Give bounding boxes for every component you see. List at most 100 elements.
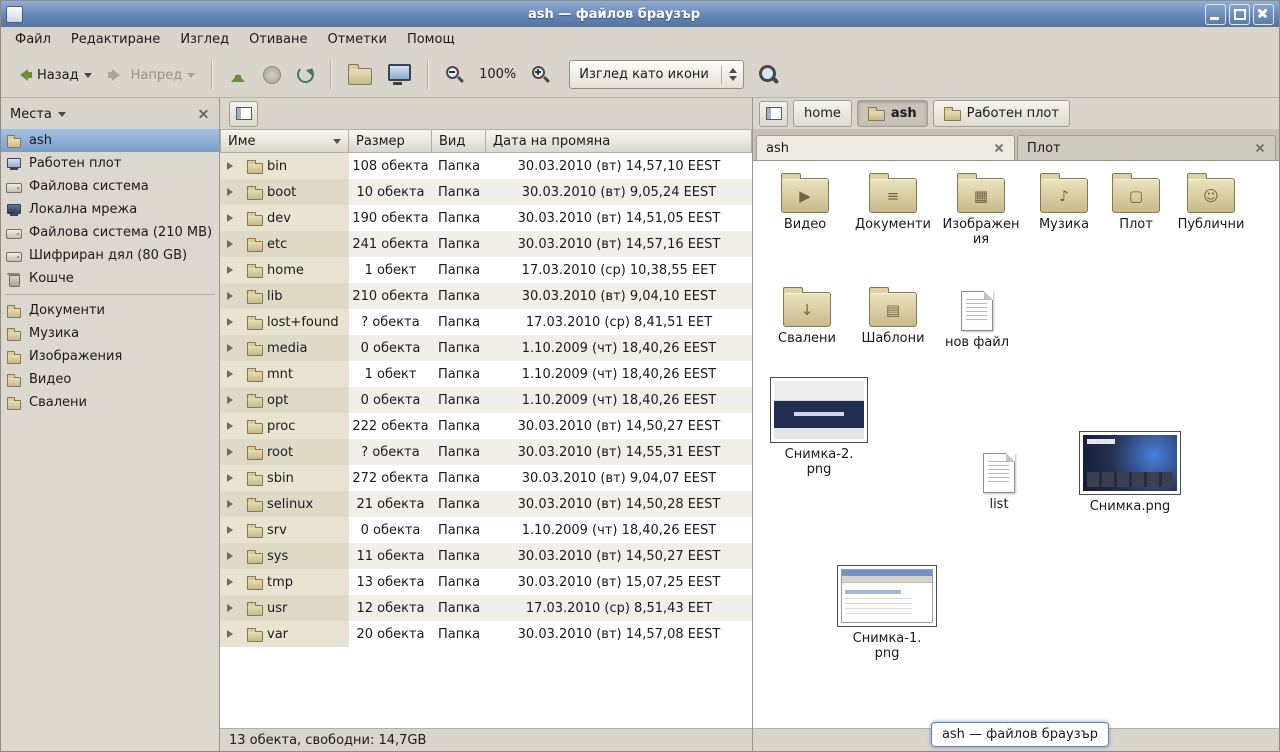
maximize-button[interactable]: [1229, 4, 1250, 25]
back-button[interactable]: Назад: [7, 60, 99, 90]
column-header-type[interactable]: Вид: [432, 129, 486, 153]
table-row[interactable]: lost+found? обектаПапка17.03.2010 (ср) 8…: [220, 309, 752, 335]
tab-close-icon[interactable]: [993, 142, 1005, 154]
table-row[interactable]: sbin272 обектаПапка30.03.2010 (вт) 9,04,…: [220, 465, 752, 491]
sidebar-item-local-network[interactable]: Локална мрежа: [1, 198, 219, 221]
path-button-home[interactable]: home: [793, 100, 852, 127]
expander-icon[interactable]: [227, 604, 243, 612]
tab-close-icon[interactable]: [1254, 142, 1266, 154]
expander-icon[interactable]: [227, 292, 243, 300]
sidebar-item-trash[interactable]: Кошче: [1, 267, 219, 290]
sidebar-item-ash[interactable]: ash: [1, 129, 219, 152]
expander-icon[interactable]: [227, 630, 243, 638]
table-row[interactable]: selinux21 обектаПапка30.03.2010 (вт) 14,…: [220, 491, 752, 517]
icon-music-folder[interactable]: ♪Музика: [1025, 169, 1103, 232]
forward-button[interactable]: Напред: [101, 60, 202, 90]
expander-icon[interactable]: [227, 344, 243, 352]
expander-icon[interactable]: [227, 240, 243, 248]
sidebar-item-video[interactable]: Видео: [1, 368, 219, 391]
table-row[interactable]: var20 обектаПапка30.03.2010 (вт) 14,57,0…: [220, 621, 752, 647]
table-row[interactable]: opt0 обектаПапка1.10.2009 (чт) 18,40,26 …: [220, 387, 752, 413]
table-row[interactable]: srv0 обектаПапка1.10.2009 (чт) 18,40,26 …: [220, 517, 752, 543]
table-row[interactable]: dev190 обектаПапка30.03.2010 (вт) 14,51,…: [220, 205, 752, 231]
zoom-in-button[interactable]: [524, 58, 557, 91]
path-button-desktop[interactable]: Работен плот: [933, 100, 1070, 127]
icon-images-folder[interactable]: ▦Изображения: [941, 169, 1021, 247]
icon-documents-folder[interactable]: ≡Документи: [847, 169, 939, 232]
menu-go[interactable]: Отиване: [239, 28, 317, 51]
sidebar-dropdown-icon[interactable]: [58, 112, 66, 121]
sidebar-item-encrypted-partition[interactable]: Шифриран дял (80 GB): [1, 244, 219, 267]
pane-toggle-button[interactable]: [759, 101, 788, 127]
expander-icon[interactable]: [227, 500, 243, 508]
close-button[interactable]: [1253, 4, 1274, 25]
stop-button[interactable]: [256, 59, 288, 91]
expander-icon[interactable]: [227, 474, 243, 482]
icon-view-canvas[interactable]: ▶Видео ≡Документи ▦Изображения ♪Музика ▢…: [753, 161, 1279, 728]
location-toggle-button[interactable]: [229, 101, 258, 127]
icon-video-folder[interactable]: ▶Видео: [763, 169, 847, 232]
sidebar-item-filesystem-210mb[interactable]: Файлова система (210 MB): [1, 221, 219, 244]
table-row[interactable]: home1 обектПапка17.03.2010 (ср) 10,38,55…: [220, 257, 752, 283]
taskbar-window-button[interactable]: ash — файлов браузър: [931, 722, 1109, 747]
table-row[interactable]: lib210 обектаПапка30.03.2010 (вт) 9,04,1…: [220, 283, 752, 309]
table-row[interactable]: sys11 обектаПапка30.03.2010 (вт) 14,50,2…: [220, 543, 752, 569]
sidebar-item-filesystem[interactable]: Файлова система: [1, 175, 219, 198]
sidebar-item-music[interactable]: Музика: [1, 322, 219, 345]
sidebar-close-icon[interactable]: [196, 107, 210, 121]
sidebar-item-documents[interactable]: Документи: [1, 299, 219, 322]
sidebar-item-desktop[interactable]: Работен плот: [1, 152, 219, 175]
expander-icon[interactable]: [227, 578, 243, 586]
table-row[interactable]: mnt1 обектПапка1.10.2009 (чт) 18,40,26 E…: [220, 361, 752, 387]
table-row[interactable]: bin108 обектаПапка30.03.2010 (вт) 14,57,…: [220, 153, 752, 179]
menu-help[interactable]: Помощ: [397, 28, 465, 51]
menu-file[interactable]: Файл: [5, 28, 61, 51]
column-header-size[interactable]: Размер: [349, 129, 432, 153]
icon-snimka-2-png[interactable]: Снимка-2.png: [767, 377, 871, 477]
expander-icon[interactable]: [227, 188, 243, 196]
column-header-name[interactable]: Име: [220, 129, 349, 153]
sidebar-item-downloads[interactable]: Свалени: [1, 391, 219, 414]
expander-icon[interactable]: [227, 318, 243, 326]
tab-ash[interactable]: ash: [756, 135, 1015, 160]
up-button[interactable]: [222, 60, 254, 90]
expander-icon[interactable]: [227, 552, 243, 560]
icon-new-file[interactable]: нов файл: [939, 283, 1015, 350]
table-row[interactable]: tmp13 обектаПапка30.03.2010 (вт) 15,07,2…: [220, 569, 752, 595]
minimize-button[interactable]: [1205, 4, 1226, 25]
table-row[interactable]: root? обектаПапка30.03.2010 (вт) 14,55,3…: [220, 439, 752, 465]
table-row[interactable]: proc222 обектаПапка30.03.2010 (вт) 14,50…: [220, 413, 752, 439]
home-button[interactable]: [341, 57, 379, 92]
zoom-out-button[interactable]: [438, 58, 471, 91]
expander-icon[interactable]: [227, 370, 243, 378]
tab-desktop[interactable]: Плот: [1017, 135, 1276, 160]
menu-edit[interactable]: Редактиране: [61, 28, 170, 51]
expander-icon[interactable]: [227, 526, 243, 534]
menu-view[interactable]: Изглед: [170, 28, 239, 51]
table-row[interactable]: boot10 обектаПапка30.03.2010 (вт) 9,05,2…: [220, 179, 752, 205]
path-button-ash[interactable]: ash: [857, 100, 928, 127]
icon-templates-folder[interactable]: ▤Шаблони: [851, 283, 935, 346]
sidebar-item-images[interactable]: Изображения: [1, 345, 219, 368]
icon-snimka-1-png[interactable]: Снимка-1.png: [833, 565, 941, 661]
table-row[interactable]: etc241 обектаПапка30.03.2010 (вт) 14,57,…: [220, 231, 752, 257]
expander-icon[interactable]: [227, 448, 243, 456]
reload-button[interactable]: [290, 59, 321, 90]
menu-bookmarks[interactable]: Отметки: [317, 28, 396, 51]
back-history-chevron-icon[interactable]: [84, 73, 92, 82]
icon-downloads-folder[interactable]: ↓Свалени: [765, 283, 849, 346]
table-row[interactable]: usr12 обектаПапка17.03.2010 (ср) 8,51,43…: [220, 595, 752, 621]
expander-icon[interactable]: [227, 214, 243, 222]
icon-snimka-png[interactable]: Снимка.png: [1075, 431, 1185, 514]
icon-list-file[interactable]: list: [969, 445, 1029, 512]
search-icon[interactable]: [758, 64, 779, 85]
expander-icon[interactable]: [227, 266, 243, 274]
view-mode-combobox[interactable]: Изглед като икони: [569, 60, 744, 89]
expander-icon[interactable]: [227, 396, 243, 404]
table-row[interactable]: media0 обектаПапка1.10.2009 (чт) 18,40,2…: [220, 335, 752, 361]
computer-button[interactable]: [381, 57, 418, 93]
column-header-date[interactable]: Дата на промяна: [486, 129, 752, 153]
sidebar-title[interactable]: Места: [10, 106, 52, 122]
expander-icon[interactable]: [227, 422, 243, 430]
icon-desktop-folder[interactable]: ▢Плот: [1105, 169, 1167, 232]
